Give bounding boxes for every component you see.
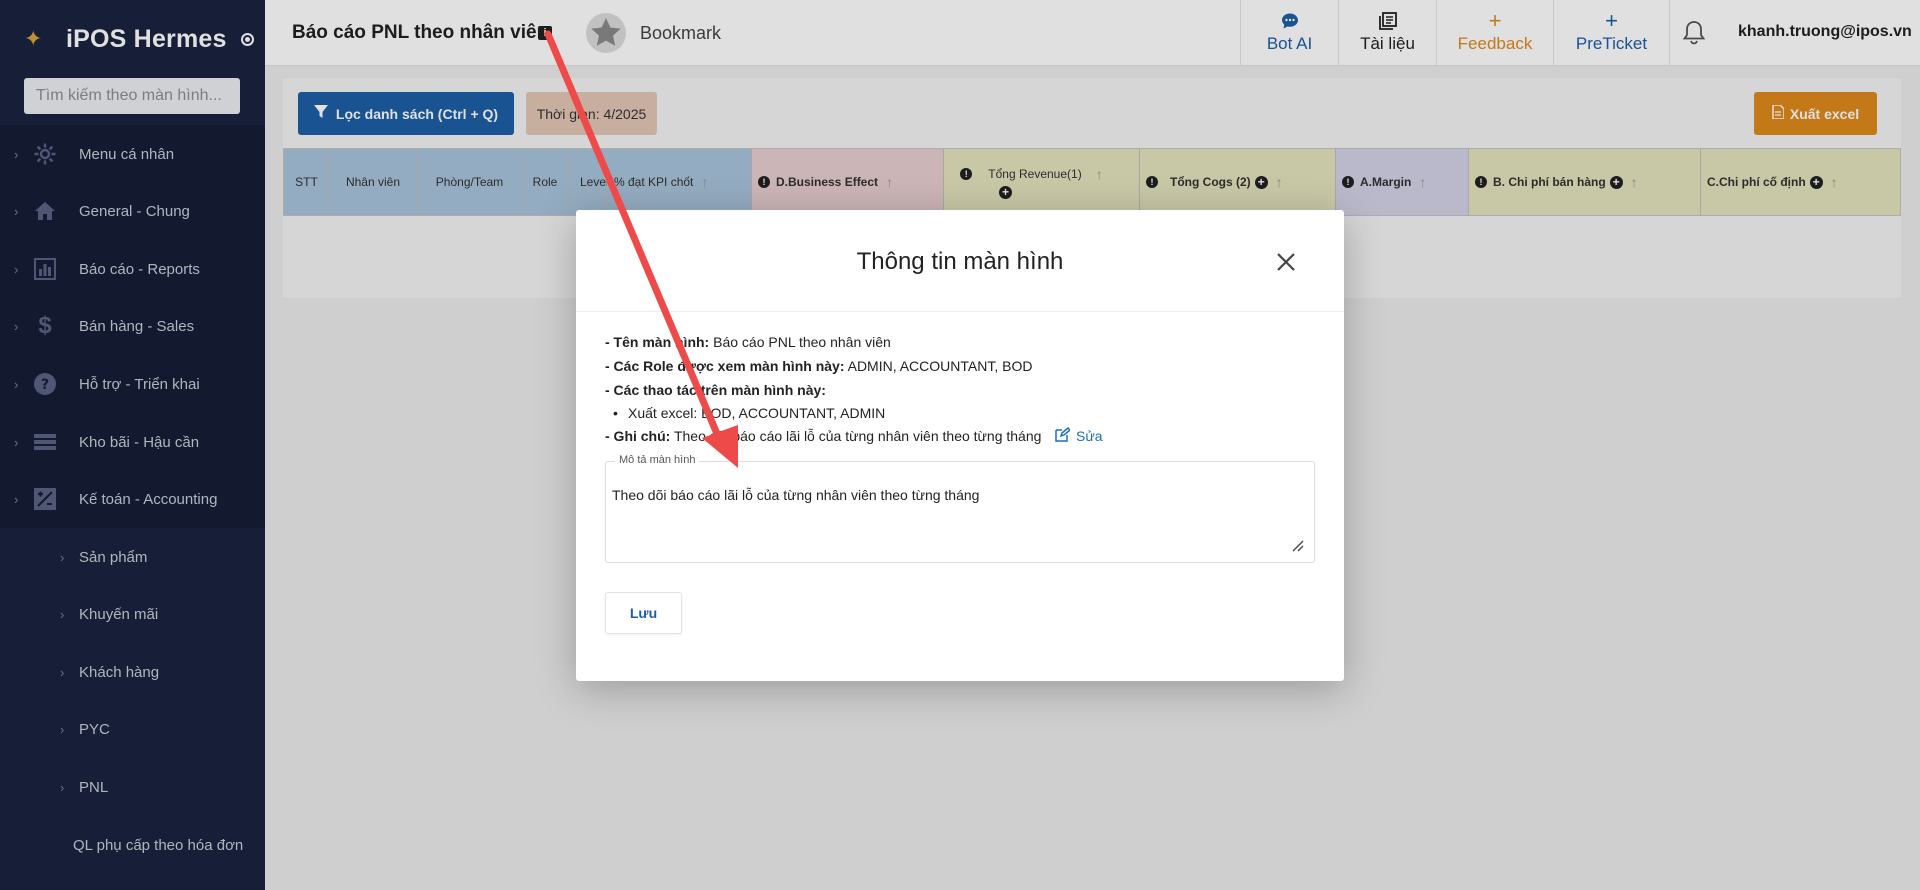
- modal-title: Thông tin màn hình: [856, 248, 1064, 275]
- info-label: - Các Role được xem màn hình này:: [605, 358, 845, 374]
- description-value[interactable]: Theo dõi báo cáo lãi lỗ của từng nhân vi…: [612, 487, 979, 503]
- screen-info-modal: Thông tin màn hình - Tên màn hình: Báo c…: [576, 210, 1344, 681]
- note-row: - Ghi chú: Theo dõi báo cáo lãi lỗ của t…: [605, 428, 1041, 444]
- info-value: ADMIN, ACCOUNTANT, BOD: [844, 358, 1033, 374]
- info-label: - Các thao tác trên màn hình này:: [605, 382, 826, 398]
- divider: [576, 311, 1344, 312]
- info-label: - Tên màn hình:: [605, 334, 710, 350]
- edit-label: Sửa: [1076, 428, 1103, 444]
- edit-note-button[interactable]: Sửa: [1055, 426, 1103, 445]
- close-icon[interactable]: [1274, 250, 1298, 274]
- actions-row: - Các thao tác trên màn hình này:: [605, 382, 826, 398]
- description-legend: Mô tả màn hình: [615, 454, 700, 466]
- edit-icon: [1055, 426, 1072, 445]
- screen-name-row: - Tên màn hình: Báo cáo PNL theo nhân vi…: [605, 334, 891, 350]
- info-label: - Ghi chú:: [605, 428, 671, 444]
- info-value: Theo dõi báo cáo lãi lỗ của từng nhân vi…: [670, 428, 1042, 444]
- action-list-item: Xuất excel: BOD, ACCOUNTANT, ADMIN: [613, 405, 885, 421]
- resize-handle-icon[interactable]: [1290, 538, 1304, 552]
- info-value: Báo cáo PNL theo nhân viên: [709, 334, 891, 350]
- screen-description-textarea[interactable]: [605, 461, 1315, 563]
- roles-row: - Các Role được xem màn hình này: ADMIN,…: [605, 358, 1032, 374]
- save-button[interactable]: Lưu: [605, 592, 682, 634]
